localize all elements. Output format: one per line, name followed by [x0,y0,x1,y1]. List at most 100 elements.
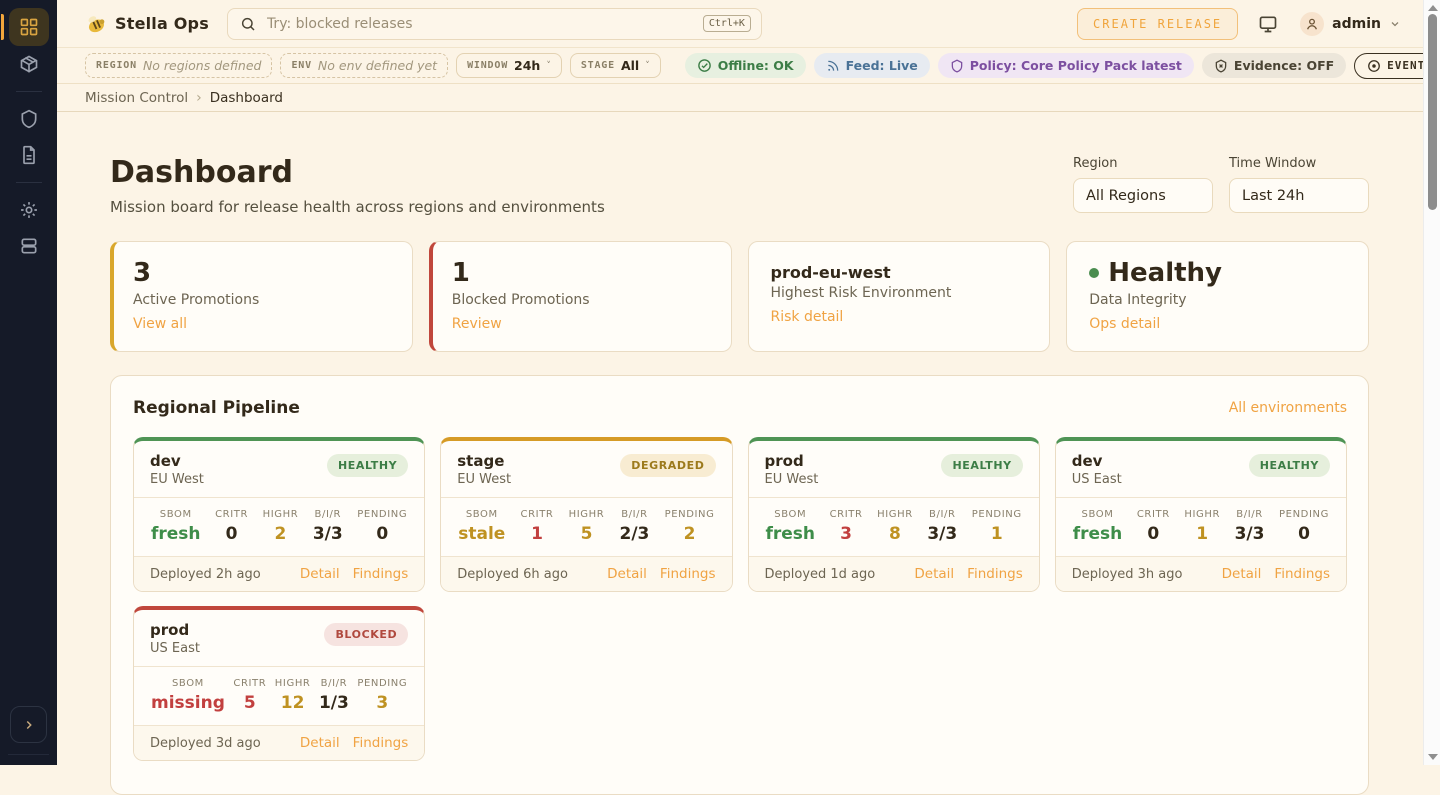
scroll-up-arrow[interactable] [1428,5,1438,11]
all-environments-link[interactable]: All environments [1229,400,1347,416]
stat-value: 1/3 [319,693,349,713]
findings-link[interactable]: Findings [967,566,1023,582]
region-filter-select[interactable]: All Regions [1073,178,1213,213]
pipeline-card-footer: Deployed 1d agoDetailFindings [749,557,1039,591]
environment-name: dev [150,452,204,470]
sidebar-item-security[interactable] [9,101,49,137]
breadcrumb-mission-control[interactable]: Mission Control [85,90,188,106]
status-badge: HEALTHY [941,454,1022,477]
ops-detail-link[interactable]: Ops detail [1089,316,1160,332]
blocked-promotions-label: Blocked Promotions [452,292,711,308]
data-integrity-value: Healthy [1089,259,1348,289]
search-icon [240,16,256,32]
detail-link[interactable]: Detail [300,566,340,582]
top-bar: Stella Ops Ctrl+K CREATE RELEASE admin [57,0,1423,47]
sidebar-item-documents[interactable] [9,137,49,173]
scrollbar-thumb[interactable] [1428,14,1437,210]
time-window-filter: Time Window Last 24h [1229,156,1369,213]
feed-status-pill[interactable]: Feed: Live [814,53,930,78]
pipeline-card-links: Detail Findings [300,566,408,582]
vertical-scrollbar[interactable] [1423,0,1440,765]
detail-link[interactable]: Detail [607,566,647,582]
active-indicator [1,14,4,40]
pipeline-card-footer: Deployed 2h agoDetailFindings [134,557,424,591]
stat-label: CRITR [233,678,266,689]
env-context-pill[interactable]: ENV No env defined yet [280,53,448,78]
findings-link[interactable]: Findings [353,735,409,751]
status-badge: BLOCKED [324,623,408,646]
display-mode-button[interactable] [1258,14,1278,34]
findings-link[interactable]: Findings [660,566,716,582]
bee-icon [85,13,107,35]
stat-cell: HIGHR5 [569,509,605,544]
blocked-promotions-value: 1 [452,259,711,289]
sidebar-item-releases[interactable] [9,46,49,82]
review-link[interactable]: Review [452,316,502,332]
pipeline-card-footer: Deployed 3h agoDetailFindings [1056,557,1346,591]
scroll-down-arrow[interactable] [1428,754,1438,760]
pipeline-card-header: prodUS EastBLOCKED [134,610,424,666]
stat-value: 3 [357,693,407,713]
stat-cell: HIGHR 1 [1184,509,1220,544]
stat-label: PENDING [1279,509,1329,520]
search-input[interactable] [265,15,703,33]
sidebar-expand-button[interactable] [10,706,47,743]
stat-value: 0 [357,524,407,544]
stat-label: HIGHR [1184,509,1220,520]
page-title: Dashboard [110,156,605,189]
sidebar-item-settings[interactable] [9,192,49,228]
stat-value: fresh [1073,524,1123,544]
global-search[interactable]: Ctrl+K [227,8,762,40]
sidebar-item-dashboard[interactable] [9,8,49,46]
pipeline-card: devUS EastHEALTHYSBOMfreshCRITR0HIGHR1B/… [1055,437,1347,592]
offline-status-pill[interactable]: Offline: OK [685,53,806,78]
pipeline-card-title-block: devEU West [150,452,204,487]
server-stack-icon [19,236,39,256]
stat-value: 5 [233,693,266,713]
pipeline-card-links: Detail Findings [300,735,408,751]
stat-label: B/I/R [319,678,349,689]
active-promotions-value: 3 [133,259,392,289]
stage-selector[interactable]: STAGE All ˅ [570,53,661,78]
grid-icon [19,17,39,37]
risk-detail-link[interactable]: Risk detail [771,309,844,325]
detail-link[interactable]: Detail [914,566,954,582]
detail-link[interactable]: Detail [1222,566,1262,582]
stat-cell: CRITR0 [215,509,248,544]
stat-cell: SBOMfresh [151,509,201,544]
record-dot-icon [1367,59,1381,73]
stat-value: stale [458,524,505,544]
findings-link[interactable]: Findings [353,566,409,582]
panel-title: Regional Pipeline [133,398,300,418]
stat-label: PENDING [357,509,407,520]
pipeline-card-stats: SBOMfreshCRITR0HIGHR1B/I/R3/3PENDING0 [1056,497,1346,557]
window-selector[interactable]: WINDOW 24h ˅ [456,53,562,78]
environment-name: prod [150,621,200,639]
main-shell: Stella Ops Ctrl+K CREATE RELEASE admin R… [57,0,1423,765]
policy-status-pill[interactable]: Policy: Core Policy Pack latest [938,53,1194,78]
stat-cell: B/I/R2/3 [620,509,650,544]
stat-label: B/I/R [927,509,957,520]
monitor-icon [1258,14,1278,34]
detail-link[interactable]: Detail [300,735,340,751]
stat-cell: HIGHR12 [275,678,311,713]
user-menu[interactable]: admin [1300,12,1401,36]
evidence-status-pill[interactable]: Evidence: OFF [1202,53,1346,78]
env-context-label: ENV [291,60,311,71]
create-release-button[interactable]: CREATE RELEASE [1077,8,1238,40]
region-context-pill[interactable]: REGION No regions defined [85,53,272,78]
highest-risk-label: Highest Risk Environment [771,285,1030,301]
findings-link[interactable]: Findings [1274,566,1330,582]
stat-value: 1 [1184,524,1220,544]
active-promotions-label: Active Promotions [133,292,392,308]
pipeline-card: prodEU WestHEALTHYSBOMfreshCRITR3HIGHR8B… [748,437,1040,592]
view-all-link[interactable]: View all [133,316,187,332]
evidence-status-text: Evidence: OFF [1234,58,1334,73]
stat-cell: SBOMfresh [766,509,816,544]
stat-value: 3/3 [927,524,957,544]
time-window-filter-select[interactable]: Last 24h [1229,178,1369,213]
stat-label: B/I/R [313,509,343,520]
sidebar-item-infrastructure[interactable] [9,228,49,264]
chevron-right-icon [22,718,36,732]
time-window-filter-label: Time Window [1229,156,1369,171]
